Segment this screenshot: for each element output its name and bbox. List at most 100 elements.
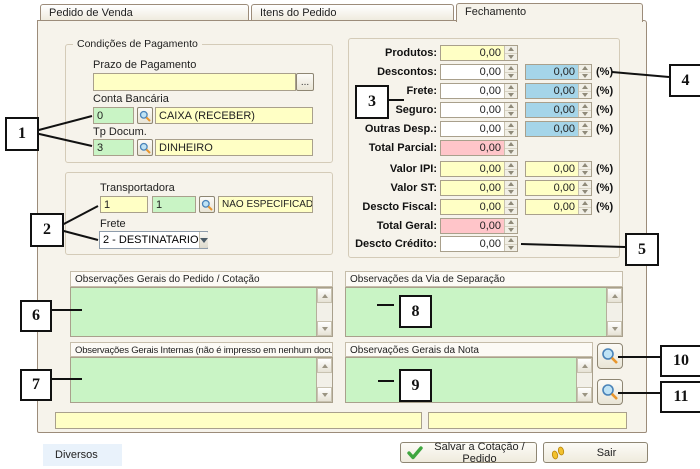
total-percent-field[interactable]: 0,00 <box>525 180 592 196</box>
total-percent-field[interactable]: 0,00 <box>525 83 592 99</box>
tab-label: Fechamento <box>465 6 526 18</box>
scrollbar[interactable] <box>316 358 332 402</box>
total-percent-field[interactable]: 0,00 <box>525 121 592 137</box>
total-value-field[interactable]: 0,00 <box>440 199 518 215</box>
callout-box-9: 9 <box>399 369 432 402</box>
total-row-label: Descontos: <box>337 64 437 80</box>
scroll-up-icon[interactable] <box>317 358 332 373</box>
spinner-up-down-icon[interactable] <box>504 46 517 60</box>
search-icon <box>201 199 213 211</box>
spinner-up-down-icon[interactable] <box>578 162 591 176</box>
spinner-up-down-icon[interactable] <box>504 141 517 155</box>
search-icon <box>139 110 151 122</box>
total-value-field[interactable]: 0,00 <box>440 140 518 156</box>
transportadora-label: Transportadora <box>100 182 175 194</box>
tp-docum-desc-field[interactable]: DINHEIRO <box>155 139 313 156</box>
spinner-up-down-icon[interactable] <box>504 181 517 195</box>
percent-suffix-label: (%) <box>596 121 613 137</box>
save-button[interactable]: Salvar a Cotação / Pedido <box>400 442 537 463</box>
tab-fechamento[interactable]: Fechamento <box>456 3 643 22</box>
field-value: 0,00 <box>526 162 578 176</box>
obs-internas-caption: Observações Gerais Internas (não é impre… <box>70 342 333 357</box>
callout-box-6: 6 <box>20 300 52 332</box>
field-value: 0,00 <box>441 237 504 251</box>
conta-bancaria-desc-field[interactable]: CAIXA (RECEBER) <box>155 107 313 124</box>
spinner-up-down-icon[interactable] <box>578 103 591 117</box>
transportadora-search-button[interactable] <box>199 196 215 213</box>
tp-docum-code-field[interactable]: 3 <box>93 139 134 156</box>
callout-box-4: 4 <box>669 64 700 97</box>
spinner-up-down-icon[interactable] <box>578 122 591 136</box>
chevron-down-icon[interactable] <box>199 232 208 248</box>
transportadora-code-field[interactable]: 1 <box>100 196 148 213</box>
tab-itens-do-pedido[interactable]: Itens do Pedido <box>251 4 454 21</box>
transportadora-desc-field[interactable]: NÃO ESPECIFICADO <box>218 196 313 213</box>
total-value-field[interactable]: 0,00 <box>440 102 518 118</box>
total-value-field[interactable]: 0,00 <box>440 64 518 80</box>
search-icon <box>139 142 151 154</box>
diversos-tab[interactable]: Diversos <box>43 444 122 466</box>
scroll-up-icon[interactable] <box>607 288 622 303</box>
spinner-up-down-icon[interactable] <box>504 219 517 233</box>
conta-bancaria-code-field[interactable]: 0 <box>93 107 134 124</box>
spinner-up-down-icon[interactable] <box>504 84 517 98</box>
total-percent-field[interactable]: 0,00 <box>525 64 592 80</box>
spinner-up-down-icon[interactable] <box>504 122 517 136</box>
exit-button[interactable]: Sair <box>543 442 648 463</box>
obs-nota-textarea[interactable] <box>345 357 593 403</box>
bottom-left-field[interactable] <box>55 412 422 429</box>
scroll-up-icon[interactable] <box>577 358 592 373</box>
total-percent-field[interactable]: 0,00 <box>525 102 592 118</box>
frete-combobox[interactable]: 2 - DESTINATARIO <box>99 231 208 249</box>
spinner-up-down-icon[interactable] <box>504 200 517 214</box>
callout-box-10: 10 <box>660 345 700 377</box>
obs-separacao-caption: Observações da Via de Separação <box>345 271 623 287</box>
transportadora-lookup-field[interactable]: 1 <box>152 196 196 213</box>
spinner-up-down-icon[interactable] <box>504 65 517 79</box>
callout-box-11: 11 <box>660 381 700 413</box>
field-value: 0,00 <box>526 65 578 79</box>
scroll-up-icon[interactable] <box>317 288 332 303</box>
tp-docum-search-button[interactable] <box>137 139 153 156</box>
spinner-up-down-icon[interactable] <box>504 162 517 176</box>
total-value-field[interactable]: 0,00 <box>440 83 518 99</box>
spinner-up-down-icon[interactable] <box>578 84 591 98</box>
total-percent-field[interactable]: 0,00 <box>525 161 592 177</box>
spinner-up-down-icon[interactable] <box>504 237 517 251</box>
obs-separacao-textarea[interactable] <box>345 287 623 337</box>
obs-search-button-1[interactable] <box>597 343 623 369</box>
total-value-field[interactable]: 0,00 <box>440 45 518 61</box>
scroll-down-icon[interactable] <box>577 387 592 402</box>
search-icon <box>601 347 619 365</box>
conta-bancaria-search-button[interactable] <box>137 107 153 124</box>
total-value-field[interactable]: 0,00 <box>440 236 518 252</box>
scroll-down-icon[interactable] <box>607 321 622 336</box>
total-value-field[interactable]: 0,00 <box>440 180 518 196</box>
bottom-right-field[interactable] <box>428 412 627 429</box>
total-value-field[interactable]: 0,00 <box>440 161 518 177</box>
total-row-label: Total Geral: <box>337 218 437 234</box>
prazo-lookup-ellipsis-button[interactable]: ... <box>296 73 314 91</box>
scrollbar[interactable] <box>316 288 332 336</box>
callout-box-1: 1 <box>5 117 39 151</box>
obs-search-button-2[interactable] <box>597 379 623 405</box>
total-row-label: Outras Desp.: <box>337 121 437 137</box>
spinner-up-down-icon[interactable] <box>578 65 591 79</box>
obs-nota-caption: Observações Gerais da Nota <box>345 342 593 357</box>
tab-pedido-de-venda[interactable]: Pedido de Venda <box>40 4 249 21</box>
spinner-up-down-icon[interactable] <box>578 200 591 214</box>
total-value-field[interactable]: 0,00 <box>440 218 518 234</box>
spinner-up-down-icon[interactable] <box>504 103 517 117</box>
scrollbar[interactable] <box>576 358 592 402</box>
prazo-pagamento-field[interactable] <box>93 73 296 91</box>
total-value-field[interactable]: 0,00 <box>440 121 518 137</box>
scrollbar[interactable] <box>606 288 622 336</box>
prazo-pagamento-label: Prazo de Pagamento <box>93 59 196 71</box>
percent-suffix-label: (%) <box>596 83 613 99</box>
obs-internas-textarea[interactable] <box>70 357 333 403</box>
obs-pedido-textarea[interactable] <box>70 287 333 337</box>
spinner-up-down-icon[interactable] <box>578 181 591 195</box>
scroll-down-icon[interactable] <box>317 387 332 402</box>
scroll-down-icon[interactable] <box>317 321 332 336</box>
total-percent-field[interactable]: 0,00 <box>525 199 592 215</box>
